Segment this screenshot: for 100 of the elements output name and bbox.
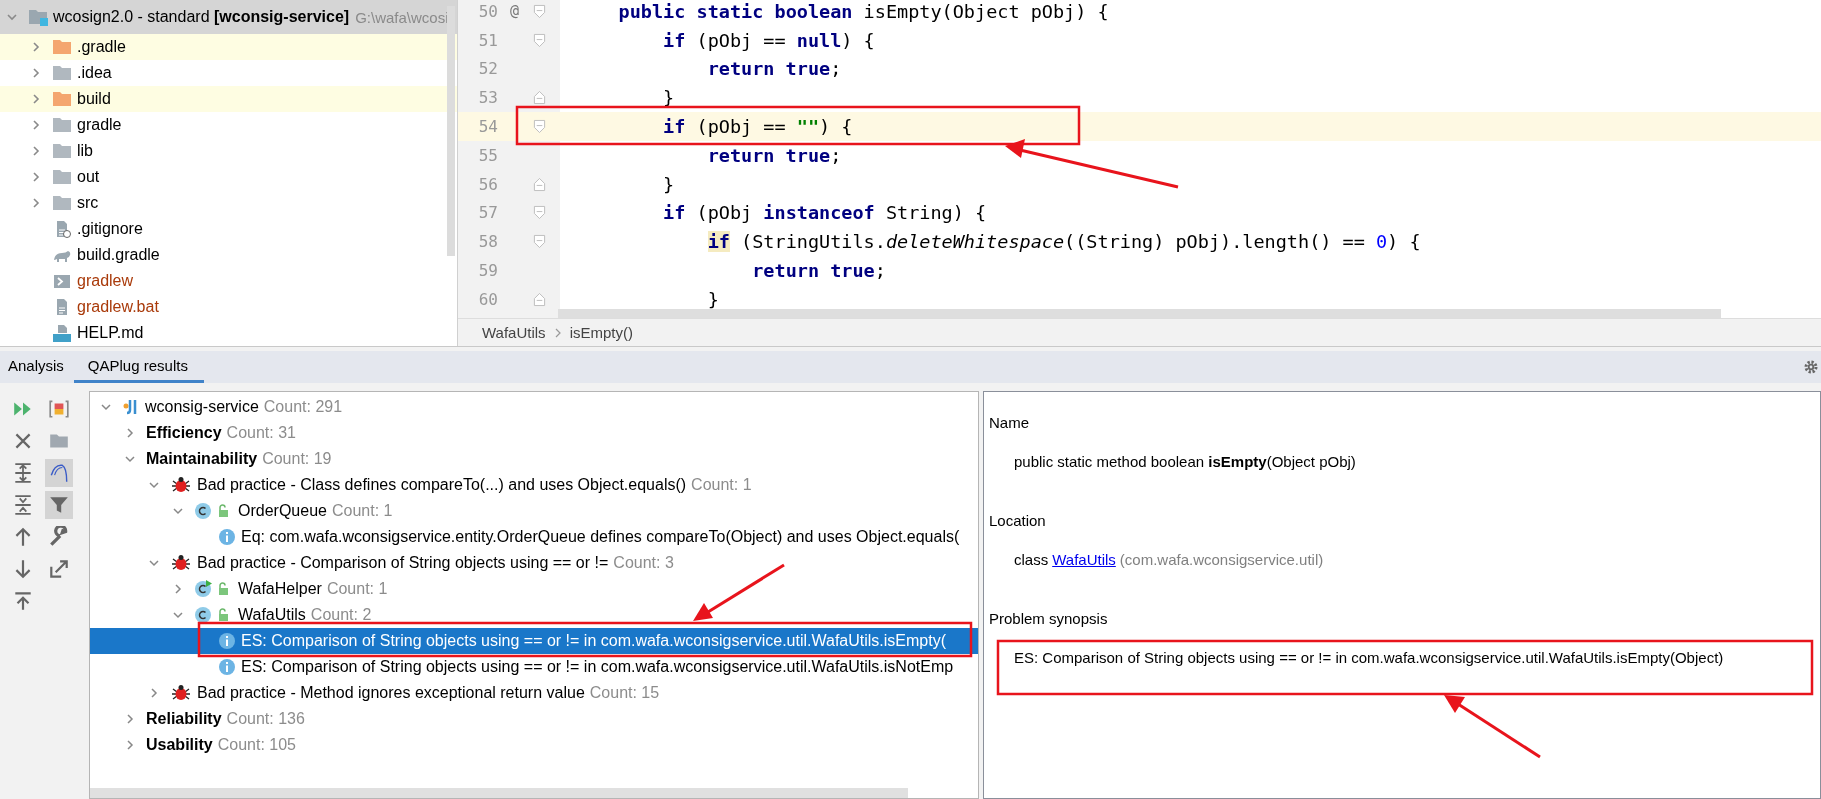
chevron-icon[interactable] [100, 401, 112, 413]
count-label: Count: 291 [263, 398, 343, 416]
file-name: src [77, 194, 99, 212]
class-icon [194, 606, 212, 624]
project-tree-item[interactable]: gradle [0, 112, 457, 138]
class-link[interactable]: WafaUtils [1052, 551, 1116, 568]
project-tree-item[interactable]: src [0, 190, 457, 216]
project-tree-item[interactable]: gradlew [0, 268, 457, 294]
tree-item[interactable]: Usability Count: 105 [90, 732, 978, 758]
project-tree-item[interactable]: .gradle [0, 34, 457, 60]
tree-item[interactable]: Bad practice - Class defines compareTo(...) and uses Object.equals() Count: 1 [90, 472, 978, 498]
chevron-icon[interactable] [148, 479, 160, 491]
fold-icon[interactable] [533, 32, 546, 48]
chevron-icon[interactable] [124, 427, 136, 439]
chevron-icon[interactable] [124, 739, 136, 751]
bug-icon [170, 554, 192, 572]
chevron-icon[interactable] [6, 11, 18, 23]
settings-icon[interactable] [1803, 359, 1819, 375]
tree-item[interactable]: Efficiency Count: 31 [90, 420, 978, 446]
count-label: Count: 2 [310, 606, 372, 624]
chevron-icon[interactable] [30, 197, 42, 209]
breadcrumb[interactable]: WafaUtils [482, 324, 546, 341]
line-number: 56 [477, 174, 499, 194]
chevron-icon[interactable] [30, 145, 42, 157]
chevron-icon[interactable] [30, 93, 42, 105]
project-path: G:\wafa\wcosi [355, 8, 449, 26]
fold-icon[interactable] [533, 119, 546, 135]
tree-label: ES: Comparison of String objects using == or != in com.wafa.wconsigservice.util.WafaUtils.isNotEmp [241, 658, 954, 676]
tree-item[interactable]: OrderQueue Count: 1 [90, 498, 978, 524]
info-icon [218, 632, 236, 650]
project-tree-item[interactable]: build [0, 86, 457, 112]
lock-icon [217, 608, 229, 622]
fold-icon[interactable] [533, 176, 546, 192]
curve-icon[interactable] [45, 459, 73, 487]
tab[interactable]: QAPlug results [73, 351, 204, 383]
lock-icon [217, 504, 229, 518]
tree-item[interactable]: Eq: com.wafa.wconsigservice.entity.OrderQueue defines compareTo(Object) and uses Object.equals( [90, 524, 978, 550]
project-tree-item[interactable]: .idea [0, 60, 457, 86]
chevron-icon[interactable] [30, 171, 42, 183]
tree-label: Bad practice - Class defines compareTo(...) and uses Object.equals() [197, 476, 687, 494]
fold-icon[interactable] [533, 90, 546, 106]
tree-label: wconsig-service [145, 398, 259, 416]
tree-item[interactable]: WafaHelper Count: 1 [90, 576, 978, 602]
module-folder-icon [28, 8, 48, 26]
tree-item[interactable]: Maintainability Count: 19 [90, 446, 978, 472]
filter-icon[interactable] [45, 491, 73, 519]
chevron-icon[interactable] [30, 119, 42, 131]
project-tree-item[interactable]: out [0, 164, 457, 190]
package-name: (com.wafa.wconsigservice.util) [1119, 551, 1324, 568]
chevron-icon[interactable] [148, 557, 160, 569]
chevron-icon[interactable] [30, 41, 42, 53]
info-icon [218, 528, 236, 546]
tree-item[interactable]: ES: Comparison of String objects using == or != in com.wafa.wconsigservice.util.WafaUtils.isEmpty( [90, 628, 978, 654]
project-tree-item[interactable]: build.gradle [0, 242, 457, 268]
file-name: lib [77, 142, 93, 160]
folder-icon [52, 142, 72, 160]
project-name: wcosign2.0 - standard [wconsig-service] [53, 8, 350, 26]
line-number: 54 [477, 117, 499, 137]
project-tree-item[interactable]: HELP.md [0, 320, 457, 346]
code-text: return true; [706, 144, 842, 166]
chevron-icon[interactable] [124, 453, 136, 465]
count-label: Count: 105 [217, 736, 296, 754]
detail-text: public static method boolean isEmpty(Object pObj) [1014, 453, 1357, 472]
code-text: public static boolean isEmpty(Object pObj) { [617, 0, 1109, 22]
chevron-icon[interactable] [30, 67, 42, 79]
scrollbar[interactable] [90, 788, 908, 798]
fold-icon[interactable] [533, 205, 546, 221]
tree-label: Reliability [146, 710, 222, 728]
project-tree-item[interactable]: gradlew.bat [0, 294, 457, 320]
chevron-icon[interactable] [172, 583, 184, 595]
fold-icon[interactable] [533, 3, 546, 19]
code-text: if (StringUtils.deleteWhitespace((String) pObj).length() == 0) { [706, 231, 1421, 253]
project-tree-item[interactable]: lib [0, 138, 457, 164]
count-label: Count: 19 [262, 450, 332, 468]
count-label: Count: 31 [226, 424, 296, 442]
tree-item[interactable]: WafaUtils Count: 2 [90, 602, 978, 628]
tree-item[interactable]: Bad practice - Comparison of String objects using == or != Count: 3 [90, 550, 978, 576]
chevron-icon[interactable] [172, 505, 184, 517]
breadcrumb[interactable]: isEmpty() [569, 324, 633, 341]
line-number: 58 [477, 232, 499, 252]
scrollbar[interactable] [558, 309, 1721, 318]
chevron-icon[interactable] [172, 609, 184, 621]
fold-icon[interactable] [533, 291, 546, 307]
tree-item[interactable]: Reliability Count: 136 [90, 706, 978, 732]
chevron-icon[interactable] [148, 687, 160, 699]
file-name: .gradle [77, 38, 126, 56]
fold-icon[interactable] [533, 234, 546, 250]
tree-item[interactable]: Bad practice - Method ignores exceptional return value Count: 15 [90, 680, 978, 706]
project-tree-item[interactable]: .gitignore [0, 216, 457, 242]
class-icon [194, 502, 212, 520]
project-root-row[interactable]: wcosign2.0 - standard [wconsig-service] G:\wafa\wcosi [0, 0, 457, 34]
tree-label: WafaUtils [238, 606, 306, 624]
tree-item[interactable]: wconsig-service Count: 291 [90, 394, 978, 420]
chevron-icon[interactable] [124, 713, 136, 725]
count-label: Count: 15 [589, 684, 660, 702]
tab[interactable]: Analysis [0, 351, 74, 383]
bug-icon [170, 476, 192, 494]
tree-item[interactable]: ES: Comparison of String objects using == or != in com.wafa.wconsigservice.util.WafaUtils.isNotEmp [90, 654, 978, 680]
line-number: 50 [477, 1, 499, 21]
scrollbar[interactable] [447, 6, 455, 256]
